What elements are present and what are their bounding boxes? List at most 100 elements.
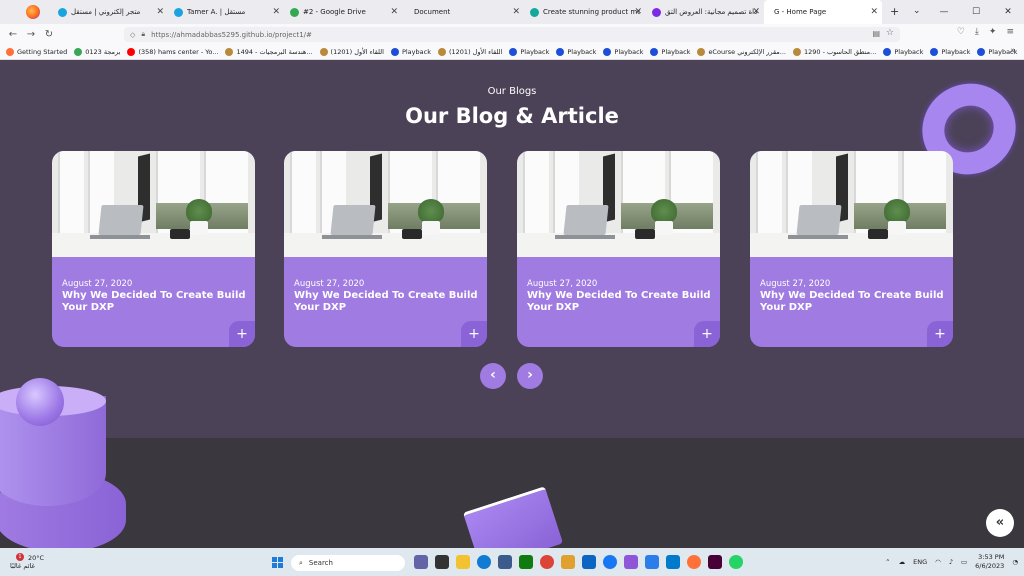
bookmark-icon (74, 47, 83, 56)
chevron-down-icon[interactable]: ⌄ (913, 6, 921, 16)
bookmark-item[interactable]: Playback (930, 47, 970, 56)
teams-icon[interactable] (414, 555, 428, 569)
bing-icon[interactable] (645, 555, 659, 569)
taskbar-search[interactable]: ⌕ Search (291, 555, 405, 571)
windows-start-icon[interactable] (272, 557, 283, 568)
menu-icon[interactable]: ≡ (1006, 27, 1014, 37)
bookmark-item[interactable]: اللقاء الأول (1201) (437, 47, 502, 56)
app-icon[interactable] (624, 555, 638, 569)
maximize-icon[interactable]: ☐ (960, 0, 992, 24)
blog-card[interactable]: August 27, 2020 Why We Decided To Create … (750, 151, 953, 347)
blog-card[interactable]: August 27, 2020 Why We Decided To Create … (517, 151, 720, 347)
adobe-xd-icon[interactable] (708, 555, 722, 569)
laptop (563, 205, 609, 235)
clock[interactable]: 3:53 PM 6/6/2023 (975, 553, 1004, 571)
system-tray: ⌃ ☁ ENG ◠ ♪ ▭ 3:53 PM 6/6/2023 ◔ (885, 553, 1018, 571)
url-text: https://ahmadabbas5295.github.io/project… (151, 30, 312, 39)
tab-7-active[interactable]: G - Home Page ✕ (764, 0, 882, 24)
app-icon[interactable] (561, 555, 575, 569)
blog-card-plus-button[interactable]: + (927, 321, 953, 347)
chrome-icon[interactable] (540, 555, 554, 569)
address-bar[interactable]: ◇ 🔒︎ https://ahmadabbas5295.github.io/pr… (124, 27, 900, 42)
close-icon[interactable]: ✕ (870, 7, 878, 17)
bookmark-item[interactable]: Playback (650, 47, 690, 56)
reload-icon[interactable]: ↻ (40, 29, 58, 40)
bookmark-item[interactable]: 1290 - منطق الحاسوب... (792, 47, 876, 56)
carousel-next-button[interactable]: › (517, 363, 543, 389)
whatsapp-icon[interactable] (729, 555, 743, 569)
bookmark-item[interactable]: Playback (883, 47, 923, 56)
bookmark-item[interactable]: Playback (603, 47, 643, 56)
wifi-icon[interactable]: ◠ (935, 558, 941, 566)
bookmark-item[interactable]: هندسة البرمجيات - 1494... (225, 47, 313, 56)
blog-card-plus-button[interactable]: + (694, 321, 720, 347)
close-window-icon[interactable]: ✕ (992, 0, 1024, 24)
notifications-icon[interactable]: ◔ (1012, 558, 1018, 566)
bookmark-item[interactable]: برمجة 0123 (74, 47, 120, 56)
laptop-base (90, 235, 150, 239)
forward-icon[interactable]: → (22, 29, 40, 40)
blog-card-plus-button[interactable]: + (461, 321, 487, 347)
tab-favicon-icon (58, 7, 67, 17)
carousel-prev-button[interactable]: ‹ (480, 363, 506, 389)
camera (868, 229, 888, 239)
reader-icon[interactable]: ▤ (872, 29, 880, 38)
pocket-icon[interactable]: ♡ (957, 27, 965, 37)
bookmark-label: اللقاء الأول (1201) (330, 47, 384, 56)
tab-1[interactable]: متجر إلكتروني | مستقل ✕ (52, 0, 168, 24)
tab-6[interactable]: أداة تصميم مجانية: العروض التق ✕ (646, 0, 764, 24)
tab-3[interactable]: #2 - Google Drive ✕ (284, 0, 402, 24)
star-icon[interactable]: ☆ (886, 28, 894, 38)
firefox-icon[interactable] (687, 555, 701, 569)
downloads-icon[interactable]: ⤓ (975, 27, 979, 37)
close-icon[interactable]: ✕ (390, 7, 398, 17)
bookmark-item[interactable]: Playback (556, 47, 596, 56)
bookmark-icon (883, 47, 892, 56)
back-icon[interactable]: ← (4, 29, 22, 40)
blog-card[interactable]: August 27, 2020 Why We Decided To Create … (284, 151, 487, 347)
bookmark-item[interactable]: اللقاء الأول (1201) (319, 47, 384, 56)
edge-icon[interactable] (477, 555, 491, 569)
app-icon[interactable] (582, 555, 596, 569)
window-pane (58, 151, 84, 233)
volume-icon[interactable]: ♪ (949, 558, 953, 566)
store-icon[interactable] (498, 555, 512, 569)
bookmark-icon (650, 47, 659, 56)
xbox-icon[interactable] (519, 555, 533, 569)
file-explorer-icon[interactable] (456, 555, 470, 569)
task-view-icon[interactable] (435, 555, 449, 569)
close-icon[interactable]: ✕ (272, 7, 280, 17)
language-indicator[interactable]: ENG (913, 558, 927, 566)
tab-2[interactable]: Tamer A. | مستقل ✕ (168, 0, 284, 24)
back-to-top-button[interactable]: « (986, 509, 1014, 537)
blog-card-title[interactable]: Why We Decided To Create Build Your DXP (62, 290, 250, 314)
close-icon[interactable]: ✕ (156, 7, 164, 17)
cloud-icon[interactable]: ☁ (899, 558, 906, 566)
bookmark-item[interactable]: (358) hams center - Yo... (127, 47, 218, 56)
weather-widget[interactable]: 1 20°C غائم غالبًا (10, 553, 44, 570)
close-icon[interactable]: ✕ (634, 7, 642, 17)
extensions-icon[interactable]: ✦ (989, 27, 997, 37)
blog-card-title[interactable]: Why We Decided To Create Build Your DXP (527, 290, 715, 314)
minimize-icon[interactable]: — (928, 0, 960, 24)
facebook-icon[interactable] (603, 555, 617, 569)
bookmark-item[interactable]: Playback (390, 47, 431, 56)
plant-pot (422, 221, 440, 235)
bookmark-item[interactable]: Playback (509, 47, 549, 56)
battery-icon[interactable]: ▭ (961, 558, 967, 566)
bookmark-item[interactable]: Getting Started (6, 47, 67, 56)
chevron-up-icon[interactable]: ⌃ (885, 558, 890, 566)
tab-4[interactable]: Document ✕ (402, 0, 524, 24)
vscode-icon[interactable] (666, 555, 680, 569)
blog-card-title[interactable]: Why We Decided To Create Build Your DXP (760, 290, 948, 314)
new-tab-icon[interactable]: + (890, 5, 899, 18)
close-icon[interactable]: ✕ (512, 7, 520, 17)
blog-card-title[interactable]: Why We Decided To Create Build Your DXP (294, 290, 482, 314)
bookmark-item[interactable]: eCourse مقرر الإلكتروني... (697, 47, 786, 56)
firefox-icon[interactable] (26, 5, 40, 19)
close-icon[interactable]: ✕ (752, 7, 760, 17)
more-bookmarks-icon[interactable]: » (1010, 46, 1016, 56)
tab-5[interactable]: Create stunning product mock ✕ (524, 0, 646, 24)
blog-card-plus-button[interactable]: + (229, 321, 255, 347)
blog-card[interactable]: August 27, 2020 Why We Decided To Create … (52, 151, 255, 347)
